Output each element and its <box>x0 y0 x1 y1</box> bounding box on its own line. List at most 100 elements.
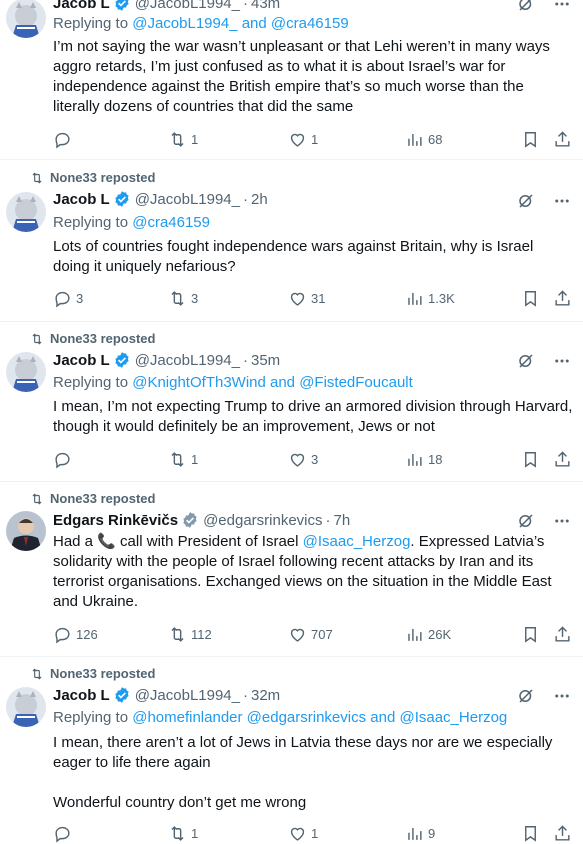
bookmark-icon <box>525 452 536 468</box>
timestamp[interactable]: 2h <box>251 191 268 208</box>
views-icon <box>408 292 422 305</box>
like-button[interactable]: 1 <box>288 824 318 843</box>
bookmark-icon <box>525 627 536 643</box>
tweet-text-part: call with President of Israel <box>115 533 303 550</box>
timestamp[interactable]: 7h <box>334 512 351 529</box>
grok-icon[interactable] <box>517 512 535 530</box>
reply-button[interactable] <box>53 450 76 469</box>
repost-indicator[interactable]: None33 reposted <box>30 331 155 346</box>
grok-icon[interactable] <box>517 0 535 13</box>
views-button[interactable]: 18 <box>405 450 442 469</box>
replying-to-mentions[interactable]: @JacobL1994_ and @cra46159 <box>132 15 348 32</box>
avatar[interactable] <box>6 192 46 232</box>
author-name[interactable]: Jacob L <box>53 191 110 208</box>
tweet[interactable]: None33 reposted Edgars Rinkēvičs @edgars… <box>0 482 583 657</box>
views-button[interactable]: 26K <box>405 625 451 644</box>
share-icon <box>555 825 570 841</box>
view-count: 9 <box>428 826 436 841</box>
repost-indicator[interactable]: None33 reposted <box>30 666 155 681</box>
tweet[interactable]: None33 reposted Jacob L @JacobL1994_ · 3… <box>0 657 583 844</box>
replying-to-mentions[interactable]: @KnightOfTh3Wind and @FistedFoucault <box>132 374 413 391</box>
views-button[interactable]: 1.3K <box>405 289 455 308</box>
share-icon <box>555 131 570 147</box>
views-icon <box>408 133 422 146</box>
retweet-button[interactable]: 1 <box>168 824 198 843</box>
reply-icon <box>55 132 70 149</box>
bookmark-button[interactable] <box>521 824 540 843</box>
tweet-header: Jacob L @JacobL1994_ · 2h <box>53 190 268 208</box>
tweet[interactable]: None33 reposted Jacob L @JacobL1994_ · 3… <box>0 322 583 482</box>
author-name[interactable]: Jacob L <box>53 687 110 704</box>
more-icon[interactable] <box>553 687 571 705</box>
timestamp[interactable]: 32m <box>251 687 280 704</box>
avatar[interactable] <box>6 352 46 392</box>
author-name[interactable]: Edgars Rinkēvičs <box>53 512 178 529</box>
mention-link[interactable]: @Isaac_Herzog <box>303 533 411 550</box>
retweet-button[interactable]: 3 <box>168 289 198 308</box>
tweet-text: Had a 📞 call with President of Israel @I… <box>53 532 573 612</box>
share-button[interactable] <box>553 824 572 843</box>
share-button[interactable] <box>553 289 572 308</box>
grok-icon[interactable] <box>517 352 535 370</box>
reply-icon <box>55 826 70 843</box>
author-handle[interactable]: @JacobL1994_ <box>135 191 240 208</box>
author-handle[interactable]: @JacobL1994_ <box>135 687 240 704</box>
replying-to-mentions[interactable]: @homefinlander @edgarsrinkevics and @Isa… <box>132 709 507 726</box>
like-button[interactable]: 3 <box>288 450 318 469</box>
retweet-button[interactable]: 112 <box>168 625 212 644</box>
like-count: 1 <box>311 132 319 147</box>
author-handle[interactable]: @edgarsrinkevics <box>203 512 322 529</box>
author-handle[interactable]: @JacobL1994_ <box>135 352 240 369</box>
tweet-header-actions <box>517 192 571 210</box>
tweet-header-actions <box>517 687 571 705</box>
more-icon[interactable] <box>553 352 571 370</box>
author-name[interactable]: Jacob L <box>53 352 110 369</box>
retweet-button[interactable]: 1 <box>168 130 198 149</box>
author-handle[interactable]: @JacobL1994_ <box>135 0 240 12</box>
reply-button[interactable]: 3 <box>53 289 83 308</box>
grok-icon[interactable] <box>517 192 535 210</box>
separator-dot: · <box>243 351 248 369</box>
views-button[interactable]: 9 <box>405 824 435 843</box>
avatar[interactable] <box>6 511 46 551</box>
views-button[interactable]: 68 <box>405 130 442 149</box>
retweet-count: 1 <box>191 132 199 147</box>
replying-to-mentions[interactable]: @cra46159 <box>132 214 210 231</box>
repost-indicator[interactable]: None33 reposted <box>30 491 155 506</box>
author-name[interactable]: Jacob L <box>53 0 110 12</box>
repost-indicator[interactable]: None33 reposted <box>30 170 155 185</box>
bookmark-button[interactable] <box>521 130 540 149</box>
bookmark-button[interactable] <box>521 289 540 308</box>
share-button[interactable] <box>553 625 572 644</box>
reply-button[interactable]: 126 <box>53 625 98 644</box>
tweet[interactable]: Jacob L @JacobL1994_ · 43m Replying to @… <box>0 0 583 160</box>
retweet-icon <box>171 826 184 841</box>
timestamp[interactable]: 35m <box>251 352 280 369</box>
view-count: 26K <box>428 627 452 642</box>
timestamp[interactable]: 43m <box>251 0 280 12</box>
like-button[interactable]: 31 <box>288 289 325 308</box>
grok-icon[interactable] <box>517 687 535 705</box>
avatar[interactable] <box>6 0 46 38</box>
more-icon[interactable] <box>553 512 571 530</box>
like-button[interactable]: 707 <box>288 625 333 644</box>
more-icon[interactable] <box>553 0 571 13</box>
verified-badge-icon <box>183 512 197 528</box>
reply-button[interactable] <box>53 824 76 843</box>
bookmark-button[interactable] <box>521 625 540 644</box>
bookmark-button[interactable] <box>521 450 540 469</box>
tweet-actions: 1 1 68 <box>53 130 573 150</box>
share-icon <box>555 626 570 642</box>
share-button[interactable] <box>553 450 572 469</box>
tweet[interactable]: None33 reposted Jacob L @JacobL1994_ · 2… <box>0 160 583 322</box>
tweet-text: Lots of countries fought independence wa… <box>53 238 534 275</box>
avatar[interactable] <box>6 687 46 727</box>
share-button[interactable] <box>553 130 572 149</box>
more-icon[interactable] <box>553 192 571 210</box>
retweet-button[interactable]: 1 <box>168 450 198 469</box>
like-icon <box>290 292 305 306</box>
reply-button[interactable] <box>53 130 76 149</box>
retweet-icon <box>32 668 42 679</box>
like-button[interactable]: 1 <box>288 130 318 149</box>
telephone-emoji: 📞 <box>97 533 116 550</box>
